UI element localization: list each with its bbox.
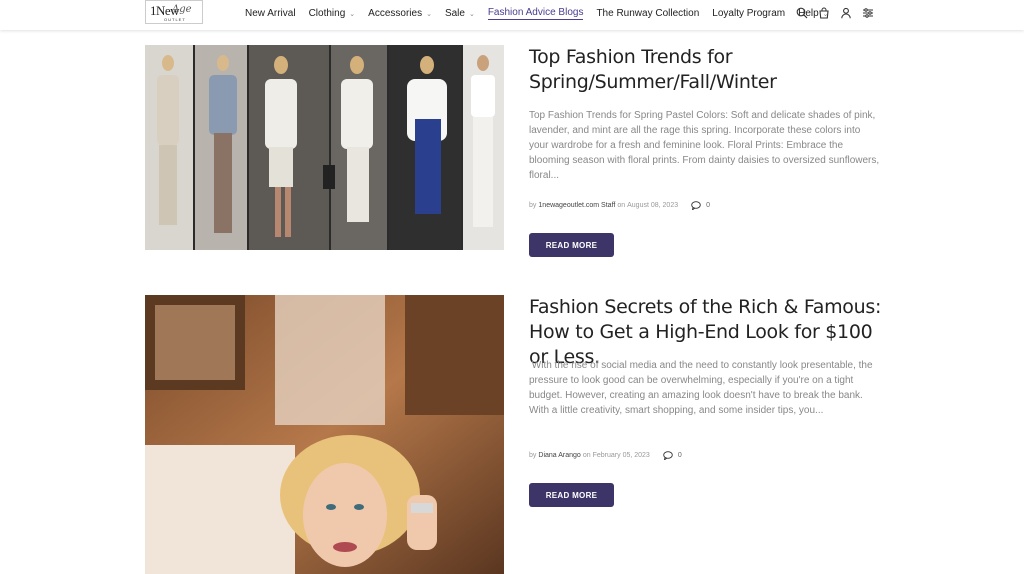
nav-item-clothing[interactable]: Clothing ⌄ [309, 8, 356, 19]
nav-item-accessories[interactable]: Accessories ⌄ [368, 8, 432, 19]
post-thumbnail-runway[interactable] [145, 45, 504, 250]
meta-on: on [617, 202, 626, 209]
nav-item-sale[interactable]: Sale ⌄ [445, 8, 475, 19]
main-nav: New Arrival Clothing ⌄ Accessories ⌄ Sale ⌄ Fas… [245, 7, 842, 20]
post-meta: by Diana Arango on February 05, 2023 0 [529, 451, 682, 460]
nav-item-label: Sale [444, 8, 465, 19]
header-icons [796, 7, 884, 19]
site-header: 1New Age OUTLET New Arrival Clothing ⌄ Acce… [0, 0, 1024, 30]
post-author[interactable]: Diana Arango [538, 452, 580, 459]
logo-script-text: Age [172, 4, 192, 15]
comment-count-value: 0 [677, 452, 682, 459]
nav-item-the-runway-collection[interactable]: The Runway Collection [596, 8, 699, 19]
meta-by: by [529, 202, 537, 209]
post-title[interactable]: Top Fashion Trends for Spring/Summer/Fal… [529, 45, 889, 95]
nav-item-label: New Arrival [245, 8, 296, 19]
search-icon[interactable] [796, 7, 808, 19]
post-excerpt: With the rise of social media and the ne… [529, 360, 873, 416]
post-date: February 05, 2023 [592, 452, 650, 459]
nav-item-fashion-advice-blogs[interactable]: Fashion Advice Blogs [487, 7, 584, 20]
meta-on: on [582, 452, 591, 459]
read-more-button[interactable]: READ MORE [529, 483, 614, 507]
logo-sub-text: OUTLET [164, 17, 186, 22]
post-author[interactable]: 1newageoutlet.com Staff [538, 202, 615, 209]
post-meta: by 1newageoutlet.com Staff on August 08,… [529, 201, 710, 210]
comment-count[interactable]: 0 [663, 451, 682, 460]
chevron-down-icon: ⌄ [426, 10, 432, 18]
meta-by: by [529, 452, 537, 459]
nav-item-new-arrival[interactable]: New Arrival [245, 8, 296, 19]
comment-count-value: 0 [706, 202, 711, 209]
comment-icon [691, 201, 701, 210]
nav-item-label: Loyalty Program [712, 8, 786, 19]
post-thumbnail-portrait[interactable] [145, 295, 504, 574]
nav-item-loyalty-program[interactable]: Loyalty Program [712, 8, 785, 19]
filter-icon[interactable] [862, 7, 874, 19]
nav-item-label: Clothing [308, 8, 346, 19]
nav-item-label: Fashion Advice Blogs [487, 7, 584, 18]
comment-icon [663, 451, 673, 460]
nav-item-label: Accessories [368, 8, 423, 19]
nav-item-label: The Runway Collection [596, 8, 700, 19]
user-icon[interactable] [840, 7, 852, 19]
chevron-down-icon: ⌄ [349, 10, 356, 18]
comment-count[interactable]: 0 [691, 201, 710, 210]
site-logo[interactable]: 1New Age OUTLET [145, 0, 203, 24]
post-date: August 08, 2023 [627, 202, 679, 209]
read-more-button[interactable]: READ MORE [529, 233, 614, 257]
cart-icon[interactable] [818, 7, 830, 19]
post-excerpt: Top Fashion Trends for Spring Pastel Col… [529, 110, 880, 181]
chevron-down-icon: ⌄ [468, 10, 475, 18]
